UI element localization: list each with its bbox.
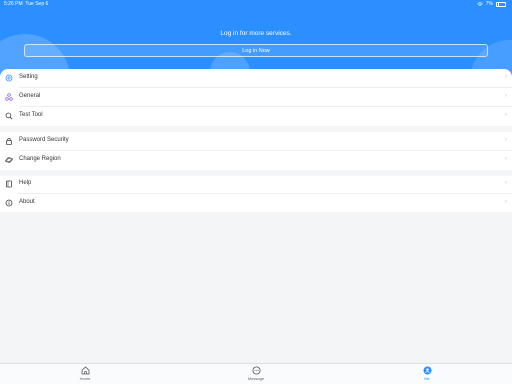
user-icon [423, 366, 431, 375]
divider [19, 105, 512, 106]
tab-label: Me [424, 376, 430, 381]
status-time-text: 5:26 PM [4, 1, 23, 7]
chevron-right-icon: › [505, 156, 507, 162]
divider [19, 192, 512, 193]
nodes-icon [5, 93, 13, 101]
login-button[interactable]: Log in Now [24, 44, 488, 57]
menu-item-label: Setting [19, 74, 38, 80]
status-right: 7% [476, 1, 506, 7]
status-time: 5:26 PM Tue Sep 6 [4, 1, 48, 7]
home-icon [81, 366, 89, 375]
menu-item-about[interactable]: About › [0, 194, 512, 212]
divider [19, 149, 512, 150]
menu-item-change-region[interactable]: Change Region › [0, 151, 512, 169]
menu-item-setting[interactable]: Setting › [0, 69, 512, 87]
gear-icon [5, 74, 13, 82]
menu-item-label: General [19, 93, 41, 99]
menu-item-label: About [19, 199, 35, 205]
menu-item-label: Change Region [19, 156, 61, 162]
tab-label: Home [79, 376, 91, 381]
chevron-right-icon: › [505, 137, 507, 143]
bottom-tab-bar: Home Message Me [0, 363, 512, 384]
tab-label: Message [247, 376, 265, 381]
menu-item-label: Test Tool [19, 112, 43, 118]
battery-percent: 7% [485, 1, 493, 7]
chevron-right-icon: › [505, 180, 507, 186]
login-prompt: Log in for more services. [220, 30, 292, 37]
menu-item-password-security[interactable]: Password Security › [0, 132, 512, 150]
battery-icon [496, 1, 506, 7]
wifi-icon [476, 1, 483, 7]
chevron-right-icon: › [505, 93, 507, 99]
chevron-right-icon: › [505, 112, 507, 118]
magnifier-icon [5, 112, 13, 120]
lock-icon [5, 137, 13, 145]
menu-item-help[interactable]: Help › [0, 175, 512, 193]
tab-me[interactable]: Me [407, 366, 447, 384]
chevron-right-icon: › [505, 199, 507, 205]
status-date-text: Tue Sep 6 [25, 1, 49, 7]
status-bar: 5:26 PM Tue Sep 6 7% [0, 0, 512, 9]
settings-menu: Setting › General › Test Tool › Password… [0, 69, 512, 212]
chevron-right-icon: › [505, 74, 507, 80]
menu-item-label: Help [19, 180, 32, 186]
tab-home[interactable]: Home [65, 366, 105, 384]
tab-message[interactable]: Message [236, 366, 276, 384]
planet-icon [5, 156, 13, 164]
chat-icon [252, 366, 260, 375]
book-icon [5, 180, 13, 188]
menu-item-test-tool[interactable]: Test Tool › [0, 107, 512, 125]
menu-item-general[interactable]: General › [0, 88, 512, 106]
divider [19, 86, 512, 87]
info-icon [5, 199, 13, 207]
menu-item-label: Password Security [19, 137, 69, 143]
